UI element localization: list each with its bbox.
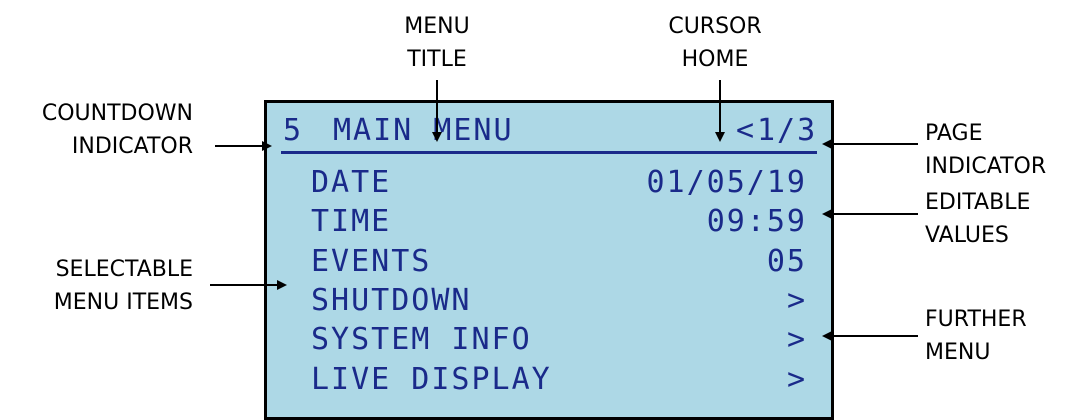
annotation-arrows — [210, 80, 918, 341]
